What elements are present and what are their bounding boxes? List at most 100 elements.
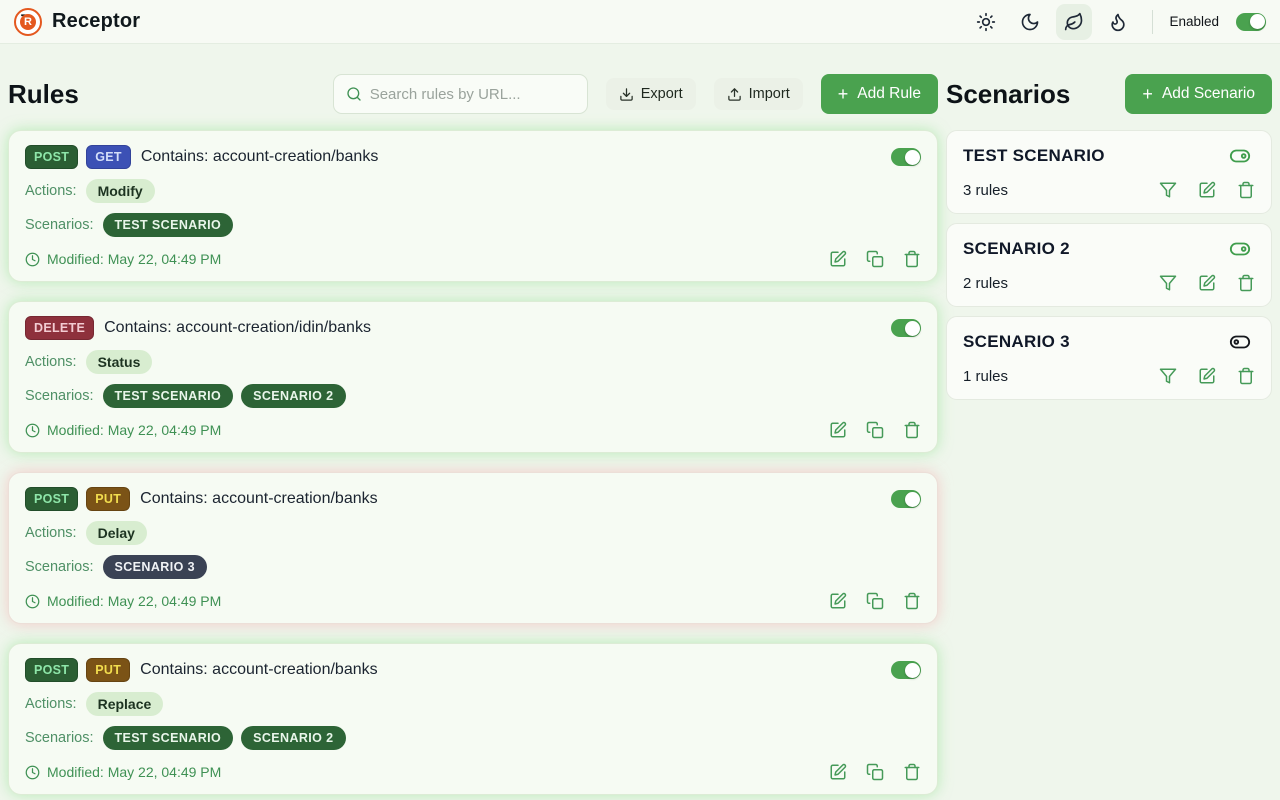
rule-actions-row: Actions: Delay [25,521,921,545]
delete-rule-button[interactable] [903,592,921,610]
import-label: Import [749,86,790,102]
filter-scenario-button[interactable] [1159,181,1177,199]
rule-header-row: POSTPUT Contains: account-creation/banks [25,487,921,511]
rule-enabled-toggle[interactable] [891,490,921,508]
rule-scenario-badge: TEST SCENARIO [103,384,234,408]
app-title: Receptor [52,10,140,33]
plus-icon: + [1142,85,1153,103]
action-badges: Modify [86,179,155,203]
rule-scenario-badge: SCENARIO 3 [103,555,207,579]
scenario-rule-count: 2 rules [963,275,1008,292]
scenario-enabled-toggle[interactable] [1225,238,1255,260]
theme-fire-button[interactable] [1100,4,1136,40]
edit-icon [1198,367,1216,385]
scenarios-label: Scenarios: [25,388,94,404]
edit-scenario-button[interactable] [1198,274,1216,292]
method-badges: POSTPUT [25,658,130,682]
leaf-icon [1064,12,1084,32]
edit-icon [1198,181,1216,199]
action-badge: Modify [86,179,155,203]
toggle-knob [905,492,920,507]
action-badge: Status [86,350,153,374]
rule-url-text: Contains: account-creation/banks [141,148,378,166]
delete-scenario-button[interactable] [1237,367,1255,385]
add-scenario-button[interactable]: + Add Scenario [1125,74,1272,114]
method-badges: POSTGET [25,145,131,169]
rules-list: POSTGET Contains: account-creation/banks… [8,130,938,795]
filter-scenario-button[interactable] [1159,367,1177,385]
add-rule-label: Add Rule [857,85,921,103]
toggle-knob [905,150,920,165]
scenarios-label: Scenarios: [25,730,94,746]
theme-nature-button[interactable] [1056,4,1092,40]
rule-url-text: Contains: account-creation/idin/banks [104,319,371,337]
duplicate-rule-button[interactable] [866,250,884,268]
scenario-enabled-toggle[interactable] [1225,145,1255,167]
duplicate-rule-button[interactable] [866,421,884,439]
copy-icon [866,250,884,268]
filter-scenario-button[interactable] [1159,274,1177,292]
copy-icon [866,763,884,781]
duplicate-rule-button[interactable] [866,763,884,781]
modified-text: Modified: May 22, 04:49 PM [47,251,221,267]
clock-icon [25,594,40,609]
rule-footer-row: Modified: May 22, 04:49 PM [25,763,921,781]
theme-light-button[interactable] [968,4,1004,40]
edit-rule-button[interactable] [829,592,847,610]
rule-scenario-badge: TEST SCENARIO [103,726,234,750]
duplicate-rule-button[interactable] [866,592,884,610]
edit-rule-button[interactable] [829,421,847,439]
toggle-knob [905,321,920,336]
scenario-rule-count: 3 rules [963,182,1008,199]
delete-rule-button[interactable] [903,763,921,781]
extension-enabled-toggle[interactable] [1236,13,1266,31]
actions-label: Actions: [25,525,77,541]
scenarios-label: Scenarios: [25,217,94,233]
delete-rule-button[interactable] [903,250,921,268]
filter-icon [1159,181,1177,199]
delete-scenario-button[interactable] [1237,181,1255,199]
clock-icon [25,252,40,267]
import-button[interactable]: Import [714,78,803,110]
scenario-enabled-toggle[interactable] [1225,331,1255,353]
rule-footer-row: Modified: May 22, 04:49 PM [25,250,921,268]
rule-enabled-toggle[interactable] [891,319,921,337]
clock-icon [25,765,40,780]
search-icon [346,86,362,102]
edit-icon [829,250,847,268]
rule-url-text: Contains: account-creation/banks [140,490,377,508]
rule-actions-row: Actions: Modify [25,179,921,203]
scenario-action-buttons [1159,274,1255,292]
trash-icon [903,592,921,610]
rule-enabled-toggle[interactable] [891,148,921,166]
edit-scenario-button[interactable] [1198,367,1216,385]
add-rule-button[interactable]: + Add Rule [821,74,938,114]
rule-action-buttons [829,592,921,610]
actions-label: Actions: [25,354,77,370]
method-badge: DELETE [25,316,94,340]
edit-rule-button[interactable] [829,250,847,268]
scenario-header-row: SCENARIO 3 [963,331,1255,353]
modified-text: Modified: May 22, 04:49 PM [47,422,221,438]
theme-dark-button[interactable] [1012,4,1048,40]
scenarios-header: Scenarios + Add Scenario [946,74,1272,114]
edit-rule-button[interactable] [829,763,847,781]
scenario-badges: TEST SCENARIO [103,213,234,237]
delete-scenario-button[interactable] [1237,274,1255,292]
method-badges: DELETE [25,316,94,340]
scenario-footer-row: 1 rules [963,367,1255,385]
header-divider [1152,10,1153,34]
toggle-knob [1250,14,1265,29]
trash-icon [1237,367,1255,385]
scenarios-title: Scenarios [946,79,1070,110]
delete-rule-button[interactable] [903,421,921,439]
rule-enabled-toggle[interactable] [891,661,921,679]
rule-url-text: Contains: account-creation/banks [140,661,377,679]
edit-scenario-button[interactable] [1198,181,1216,199]
header-controls: Enabled [968,4,1266,40]
scenario-name: TEST SCENARIO [963,146,1105,166]
scenario-name: SCENARIO 2 [963,239,1070,259]
export-button[interactable]: Export [606,78,696,110]
main-content: Rules Export Import + Add Rule POSTGET C… [0,44,1280,800]
search-input[interactable] [370,86,575,103]
